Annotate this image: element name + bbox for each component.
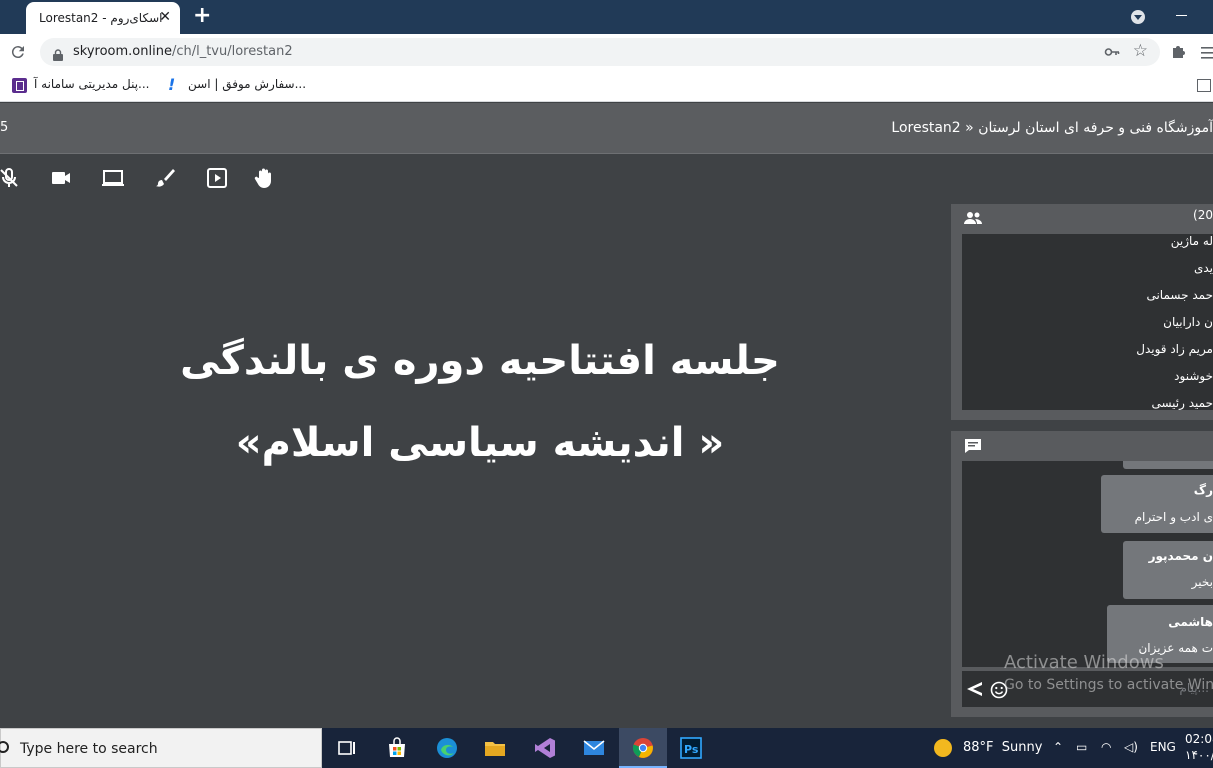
- weather-temp: 88°F: [963, 740, 994, 755]
- chat-message: رگ ی ادب و احترام: [1101, 475, 1213, 533]
- chat-message-partial: [1123, 461, 1213, 469]
- bookmark-blue-icon[interactable]: !: [168, 76, 175, 94]
- store-icon[interactable]: [373, 728, 421, 768]
- mic-muted-icon[interactable]: [0, 166, 21, 190]
- list-item[interactable]: له ماژین: [1171, 234, 1213, 248]
- visual-studio-icon[interactable]: [521, 728, 569, 768]
- users-list[interactable]: له ماژین یدی حمد جسمانی ن دارابیان مریم …: [962, 234, 1213, 410]
- chat-icon: [964, 438, 982, 454]
- weather-sun-icon[interactable]: [934, 739, 952, 757]
- reload-icon[interactable]: [9, 43, 27, 61]
- list-item[interactable]: حمد جسمانی: [1146, 288, 1213, 302]
- chrome-menu-icon[interactable]: [1201, 45, 1213, 59]
- chat-text: ی ادب و احترام: [1134, 510, 1213, 524]
- slide-title-line1: جلسه افتتاحیه دوره ی بالندگی: [180, 338, 780, 384]
- room-header: 5 Lorestan2 » آموزشگاه فنی و حرفه ای است…: [0, 103, 1213, 154]
- users-icon: [963, 210, 983, 226]
- brush-icon[interactable]: [153, 166, 177, 190]
- taskbar-search[interactable]: Type here to search: [0, 728, 322, 768]
- weather-readout[interactable]: 88°F Sunny: [963, 740, 1042, 755]
- edge-icon[interactable]: [423, 728, 471, 768]
- chat-sender: رگ: [1193, 483, 1213, 497]
- file-explorer-icon[interactable]: [471, 728, 519, 768]
- bookmark-purple-icon[interactable]: [12, 78, 27, 93]
- address-bar[interactable]: skyroom.online/ch/l_tvu/lorestan2 ☆: [40, 38, 1160, 66]
- chat-sender: ن محمدپور: [1148, 549, 1213, 563]
- extensions-icon[interactable]: [1171, 43, 1187, 59]
- close-tab-icon[interactable]: ✕: [159, 9, 171, 25]
- list-item[interactable]: مریم زاد قویدل: [1136, 342, 1213, 356]
- language-indicator[interactable]: ENG: [1150, 740, 1176, 754]
- header-number: 5: [0, 120, 9, 135]
- chat-panel: رگ ی ادب و احترام ن محمدپور بخیر هاشمی ت…: [951, 431, 1213, 717]
- clock-date: ۱۴۰۰/۰: [1185, 748, 1213, 762]
- users-panel: (20 له ماژین یدی حمد جسمانی ن دارابیان م…: [951, 204, 1213, 420]
- raise-hand-icon[interactable]: [252, 166, 276, 190]
- send-icon[interactable]: [966, 681, 982, 697]
- photoshop-icon[interactable]: Ps: [667, 728, 715, 768]
- list-item[interactable]: یدی: [1194, 261, 1213, 275]
- browser-tab-strip: Lorestan2 - اسکای‌روم ✕ +: [0, 0, 1213, 34]
- url-domain: skyroom.online: [73, 44, 172, 59]
- camera-icon[interactable]: [49, 166, 73, 190]
- list-item[interactable]: خوشنود: [1174, 369, 1213, 383]
- chat-text: بخیر: [1191, 575, 1213, 589]
- activate-windows-subtitle: Go to Settings to activate Windows.: [1004, 677, 1213, 693]
- browser-tab[interactable]: Lorestan2 - اسکای‌روم ✕: [26, 2, 180, 34]
- chevron-up-icon[interactable]: ⌃: [1053, 740, 1063, 754]
- bookmarks-bar: پنل مدیریتی سامانه آ... ! سفارش موفق | ا…: [0, 70, 1213, 102]
- list-item[interactable]: ن دارابیان: [1163, 315, 1213, 329]
- mail-icon[interactable]: [570, 728, 618, 768]
- url-text[interactable]: skyroom.online/ch/l_tvu/lorestan2: [73, 44, 293, 59]
- bookmark-order-success[interactable]: سفارش موفق | اسن...: [188, 77, 306, 91]
- room-title: Lorestan2 » آموزشگاه فنی و حرفه ای استان…: [891, 120, 1213, 136]
- tab-title: Lorestan2 - اسکای‌روم: [39, 11, 163, 25]
- slide-title-line2: « اندیشه سیاسی اسلام»: [235, 420, 725, 466]
- browser-toolbar: skyroom.online/ch/l_tvu/lorestan2 ☆: [0, 34, 1213, 70]
- minimize-window-button[interactable]: [1176, 15, 1187, 16]
- clock-time: 02:08: [1185, 732, 1213, 746]
- users-panel-header: (20: [951, 204, 1213, 232]
- list-item[interactable]: حمید رئیسی: [1151, 396, 1213, 410]
- chat-messages[interactable]: رگ ی ادب و احترام ن محمدپور بخیر هاشمی ت…: [962, 461, 1213, 667]
- key-icon[interactable]: [1104, 44, 1120, 60]
- screen-share-icon[interactable]: [101, 166, 125, 190]
- reading-list-icon[interactable]: [1197, 79, 1211, 92]
- play-media-icon[interactable]: [205, 166, 229, 190]
- weather-text: Sunny: [1001, 740, 1043, 755]
- windows-taskbar: Type here to search Ps 88°F Sunny ⌃ ▭ ◠ …: [0, 728, 1213, 768]
- clock[interactable]: 02:08 ۱۴۰۰/۰: [1185, 731, 1213, 763]
- chrome-icon[interactable]: [619, 728, 667, 768]
- room-toolbar: [0, 158, 300, 198]
- search-placeholder: Type here to search: [20, 741, 158, 757]
- chat-message: ن محمدپور بخیر: [1123, 541, 1213, 599]
- volume-icon[interactable]: ◁): [1124, 740, 1138, 754]
- lock-icon[interactable]: [53, 46, 63, 61]
- url-path: /ch/l_tvu/lorestan2: [171, 44, 293, 59]
- wifi-icon[interactable]: ◠: [1101, 740, 1111, 754]
- tab-search-icon[interactable]: [1131, 10, 1145, 24]
- chat-sender: هاشمی: [1168, 615, 1213, 629]
- star-icon[interactable]: ☆: [1133, 41, 1148, 61]
- new-tab-button[interactable]: +: [193, 5, 211, 27]
- task-view-icon[interactable]: [323, 728, 371, 768]
- activate-windows-title: Activate Windows: [1004, 652, 1164, 673]
- svg-text:Ps: Ps: [684, 743, 699, 756]
- battery-icon[interactable]: ▭: [1076, 740, 1087, 754]
- bookmark-admin-panel[interactable]: پنل مدیریتی سامانه آ...: [34, 77, 150, 91]
- search-icon: [0, 741, 9, 753]
- users-count: (20: [1193, 208, 1213, 222]
